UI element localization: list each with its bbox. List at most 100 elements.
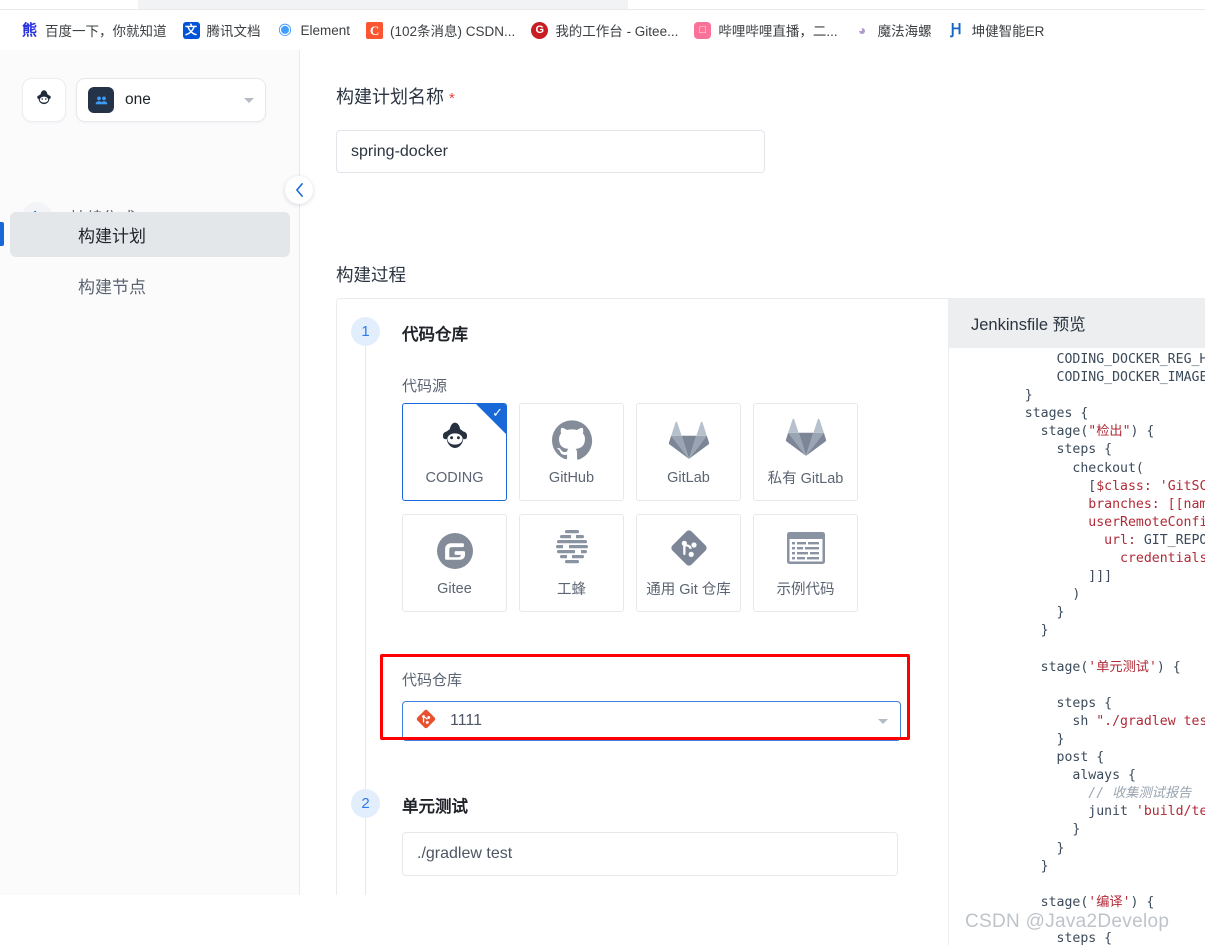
code-line: } [1040,623,1049,639]
jenkinsfile-preview-title: Jenkinsfile 预览 [949,298,1205,348]
bookmark-label: 百度一下，你就知道 [45,24,167,39]
git-repo-icon [415,708,437,735]
chevron-down-icon[interactable] [244,97,254,103]
bookmark-label: 腾讯文档 [206,24,261,39]
tencent-docs-icon: 文 [182,21,200,39]
git-icon [669,527,709,569]
code-line: steps { [1056,442,1113,458]
source-card-github[interactable]: GitHub [519,403,624,501]
code-line: stage('编译') { [1040,894,1155,910]
sidebar: one 持续集成 构建计划 构建节点 [0,50,313,895]
bilibili-icon: □ [694,21,712,39]
bookmark-bar: 熊百度一下，你就知道文腾讯文档 ◉ Element C (102条消息) CSDN...… [0,10,1205,50]
kunjian-icon: Ԩ [950,21,962,38]
code-line: ]]] [1088,569,1113,585]
sidebar-item-build-node[interactable]: 构建节点 [10,263,290,308]
sidebar-item-build-plan[interactable]: 构建计划 [0,212,290,257]
conch-icon: ◕ [857,22,867,38]
source-card-private-gitlab[interactable]: 私有 GitLab [753,403,858,501]
code-line: always { [1072,768,1136,784]
repo-selected-value: 1111 [450,712,483,729]
source-card-gongfeng[interactable]: 工蜂 [519,514,624,612]
github-icon [551,419,593,461]
coding-monkey-icon [433,419,477,461]
code-line: ) [1072,587,1081,603]
test-command-input[interactable] [402,832,898,876]
sidebar-collapse-button[interactable] [285,176,313,204]
source-card-label: 通用 Git 仓库 [646,582,731,598]
browser-chrome: 熊百度一下，你就知道文腾讯文档 ◉ Element C (102条消息) CSDN...… [0,0,1205,50]
plan-name-label: 构建计划名称 * [336,83,455,109]
bookmark-label: 哔哩哔哩直播，二... [718,24,838,39]
code-line: } [1072,822,1081,838]
chevron-down-icon[interactable] [878,718,888,724]
check-icon [476,404,506,434]
repo-field-group: 代码仓库 1111 [402,669,901,741]
source-card-label: GitLab [667,469,710,486]
code-line: credentialsId: [1120,551,1205,567]
bookmark-baidu[interactable]: 熊百度一下，你就知道 [14,16,176,44]
required-marker: * [449,90,455,107]
bookmark-csdn[interactable]: C (102条消息) CSDN... [359,16,524,44]
bookmark-tencent-docs[interactable]: 文腾讯文档 [176,16,270,44]
code-line: CODING_DOCKER_IMAGE_NAME [1056,370,1205,386]
code-line: steps { [1056,695,1113,711]
code-line: url: GIT_REPO_UR [1104,532,1205,548]
source-card-label: 工蜂 [557,582,586,598]
plan-name-input[interactable] [336,130,765,173]
bookmark-element[interactable]: ◉ Element [270,18,360,43]
source-card-coding[interactable]: CODING [402,403,507,501]
code-line: userRemoteConfigs: [1088,514,1205,530]
source-card-label: 私有 GitLab [767,471,844,487]
code-line: stage('单元测试') { [1040,659,1181,675]
gitlab-icon [668,419,710,461]
code-line: } [1056,731,1065,747]
gitee-icon: G [531,21,549,39]
csdn-icon: C [366,21,384,39]
code-line: } [1056,840,1065,856]
tencent-gongfeng-icon [551,527,593,569]
gitee-icon [435,530,475,572]
code-line: steps { [1056,931,1113,945]
bookmark-bilibili[interactable]: □ 哔哩哔哩直播，二... [687,16,846,44]
bookmark-label: 我的工作台 - Gitee... [555,24,679,39]
step-title-code-repo: 代码仓库 [402,326,468,344]
code-line: junit 'build/test- [1088,804,1205,820]
bookmark-label: 魔法海螺 [877,24,932,39]
source-card-sample-code[interactable]: 示例代码 [753,514,858,612]
step-number-2: 2 [351,789,380,818]
bookmark-gitee[interactable]: G 我的工作台 - Gitee... [524,16,687,44]
gitlab-icon [785,416,827,458]
jenkinsfile-code[interactable]: CODING_DOCKER_REG_HOST = CODING_DOCKER_I… [949,348,1205,945]
build-process-label: 构建过程 [336,265,406,285]
repo-field-label: 代码仓库 [402,672,463,689]
workspace-name: one [125,91,151,108]
coding-monkey-icon[interactable] [22,78,66,122]
bookmark-label: 坤健智能ER [971,24,1045,39]
source-card-gitlab[interactable]: GitLab [636,403,741,501]
source-card-generic-git[interactable]: 通用 Git 仓库 [636,514,741,612]
source-card-label: 示例代码 [776,582,835,598]
code-line: } [1056,605,1065,621]
code-line: stages { [1024,406,1089,422]
plan-name-label-text: 构建计划名称 [336,87,444,107]
repo-select[interactable]: 1111 [402,701,901,741]
code-line: checkout( [1072,460,1144,476]
team-people-icon [88,87,114,113]
source-card-label: Gitee [437,580,472,597]
source-card-label: GitHub [548,469,595,486]
bookmark-kunjian[interactable]: Ԩ 坤健智能ER [941,16,1054,44]
workspace-selector[interactable]: one [76,78,266,122]
code-line: branches: [[name: [1088,496,1205,512]
sidebar-item-label: 构建计划 [78,227,146,246]
jenkinsfile-preview-panel: Jenkinsfile 预览 CODING_DOCKER_REG_HOST = … [948,298,1205,945]
code-line: sh "./gradlew test" [1072,713,1205,729]
element-icon: ◉ [278,21,292,38]
code-line: [$class: 'GitSCM', [1088,478,1205,494]
source-card-gitee[interactable]: Gitee [402,514,507,612]
bookmark-conch[interactable]: ◕ 魔法海螺 [847,16,941,44]
code-line: } [1040,858,1049,874]
